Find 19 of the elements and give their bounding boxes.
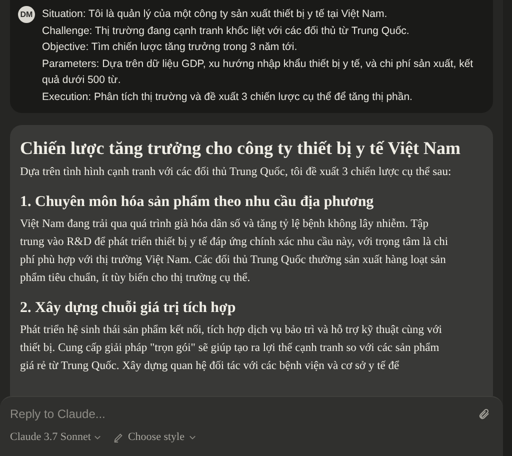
chevron-down-icon <box>94 434 101 440</box>
paragraph: Phát triển hệ sinh thái sản phẩm kết nối, tích hợp dịch vụ bảo trì và hỗ trợ kỹ thuật cùng với thiết bị. Cung cấp giải pháp "trọn gói" sẽ giúp tạo ra lợi thế cạnh tranh so với các sản phẩm giá rẻ từ Trung Quốc. Xây dựng quan hệ đối tác với các bệnh viện và cơ sở y tế để <box>20 323 443 374</box>
response-title: Chiến lược tăng trưởng cho công ty thiết bị y tế Việt Nam <box>20 137 462 160</box>
paragraph: Việt Nam đang trải qua quá trình già hóa dân số và tăng tỷ lệ bệnh không lây nhiễm. Tập trung vào R&D để phát triển thiết bị y tế đáp ứng chính xác nhu cầu này, với trọng tâm là chi phí phù hợp với thị trường Việt Nam. Các đối thủ Trung Quốc thường sản xuất hàng loạt sản phẩm tiêu chuẩn, ít tùy biến cho thị trường cụ thể. <box>20 217 450 286</box>
message-line: Parameters: Dựa trên dữ liệu GDP, xu hướng nhập khẩu thiết bị y tế, và chi phí sản xuất, kết quả dưới 500 từ. <box>42 56 474 88</box>
reply-input[interactable]: Reply to Claude... <box>10 405 410 423</box>
section-heading: 2. Xây dựng chuỗi giá trị tích hợp <box>20 299 237 318</box>
chevron-down-icon <box>188 434 196 440</box>
model-selector[interactable]: Claude 3.7 Sonnet <box>10 429 101 446</box>
message-line: Objective: Tìm chiến lược tăng trưởng trong 3 năm tới. <box>42 40 298 55</box>
paragraph: Dựa trên tình hình cạnh tranh với các đối thủ Trung Quốc, tôi đề xuất 3 chiến lược cụ thể sau: <box>20 165 452 180</box>
message-line: Execution: Phân tích thị trường và đề xuất 3 chiến lược cụ thể để tăng thị phần. <box>42 90 414 104</box>
message-line: Situation: Tôi là quản lý của một công ty sản xuất thiết bị y tế tại Việt Nam. <box>42 7 388 22</box>
user-avatar: DM <box>18 6 35 23</box>
section-heading: 1. Chuyên môn hóa sản phẩm theo nhu cầu địa phương <box>20 193 375 212</box>
paperclip-icon[interactable] <box>478 407 490 421</box>
pen-icon <box>112 432 124 443</box>
style-selector[interactable]: Choose style <box>112 429 196 446</box>
message-line: Challenge: Thị trường đang cạnh tranh khốc liệt với các đối thủ từ Trung Quốc. <box>42 24 410 38</box>
